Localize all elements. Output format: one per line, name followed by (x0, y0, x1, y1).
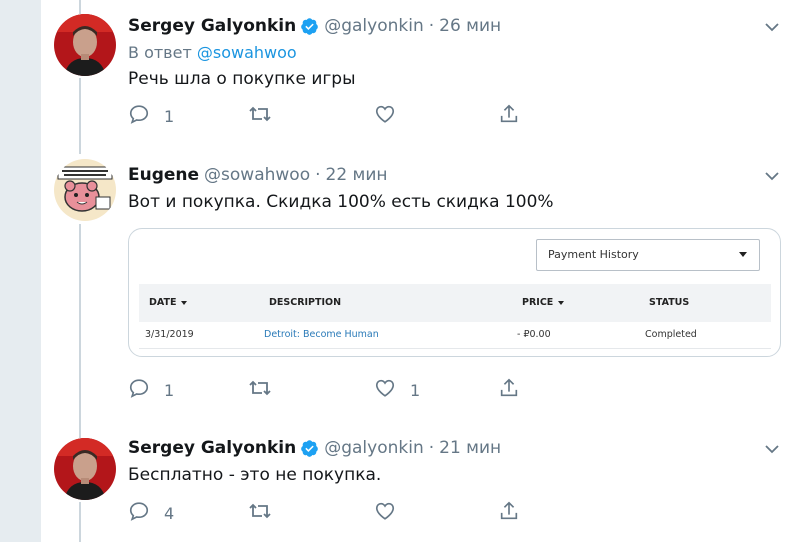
display-name[interactable]: Eugene (128, 165, 199, 185)
separator-dot: · (428, 438, 435, 458)
chevron-down-icon[interactable] (763, 440, 781, 458)
reply-button[interactable]: 1 (128, 377, 174, 403)
user-handle[interactable]: @sowahwoo (204, 165, 310, 185)
column-header-price: PRICE (522, 284, 565, 322)
reply-icon (128, 103, 150, 129)
tweet-text: Речь шла о покупке игры (128, 69, 356, 89)
tweet-header: Sergey Galyonkin @galyonkin · 26 мин (128, 14, 781, 38)
retweet-icon (248, 377, 272, 403)
verified-badge-icon (300, 439, 319, 458)
tweet[interactable]: Sergey Galyonkin @galyonkin · 21 мин Бес… (41, 414, 801, 542)
reply-count: 1 (164, 106, 175, 126)
reply-icon (128, 500, 150, 526)
tweet-content: Sergey Galyonkin @galyonkin · 26 мин В о… (128, 14, 781, 91)
tweet-actions: 4 (128, 500, 548, 526)
reply-icon (128, 377, 150, 403)
retweet-button[interactable] (248, 103, 286, 129)
dropdown-arrow-icon (739, 252, 747, 257)
column-header-status: STATUS (649, 297, 690, 308)
chevron-down-icon[interactable] (763, 18, 781, 36)
share-icon (498, 500, 520, 526)
share-icon (498, 377, 520, 403)
like-button[interactable] (374, 103, 410, 129)
heart-icon (374, 500, 396, 526)
verified-badge-icon (300, 17, 319, 36)
thread-line (79, 414, 81, 438)
reply-prefix: В ответ (128, 43, 192, 62)
thread-line (79, 140, 81, 154)
payment-history-select: Payment History (536, 239, 760, 271)
share-icon (498, 103, 520, 129)
reply-button[interactable]: 1 (128, 103, 174, 129)
tweet-header: Sergey Galyonkin @galyonkin · 21 мин (128, 436, 781, 460)
table-header: DATE DESCRIPTION PRICE STATUS (139, 284, 771, 322)
share-button[interactable] (498, 377, 520, 403)
timeline: Sergey Galyonkin @galyonkin · 26 мин В о… (41, 0, 801, 542)
retweet-icon (248, 103, 272, 129)
cell-description: Detroit: Become Human (264, 329, 379, 340)
cell-price: - ₽0.00 (517, 329, 551, 340)
thread-line (79, 224, 81, 414)
tweet-actions: 1 (128, 103, 548, 129)
cell-date: 3/31/2019 (145, 329, 194, 340)
retweet-button[interactable] (248, 377, 286, 403)
tweet[interactable]: Eugene @sowahwoo · 22 мин Вот и покупка.… (41, 140, 801, 414)
tweet-content: Sergey Galyonkin @galyonkin · 21 мин Бес… (128, 436, 781, 487)
display-name[interactable]: Sergey Galyonkin (128, 438, 296, 458)
separator-dot: · (315, 165, 321, 185)
thread-line (79, 78, 81, 140)
column-header-description: DESCRIPTION (269, 297, 342, 308)
tweet-text: Бесплатно - это не покупка. (128, 465, 382, 485)
sort-arrow-icon (181, 300, 188, 305)
like-button[interactable]: 1 (374, 377, 420, 403)
select-value: Payment History (548, 248, 639, 261)
reply-to-link[interactable]: @sowahwoo (197, 43, 297, 62)
cell-status: Completed (645, 329, 697, 340)
chevron-down-icon[interactable] (763, 167, 781, 185)
table-row: 3/31/2019 Detroit: Become Human - ₽0.00 … (139, 322, 771, 349)
display-name[interactable]: Sergey Galyonkin (128, 16, 296, 36)
tweet[interactable]: Sergey Galyonkin @galyonkin · 26 мин В о… (41, 0, 801, 140)
thread-line (79, 502, 81, 542)
sort-arrow-icon (558, 300, 565, 305)
user-handle[interactable]: @galyonkin (324, 16, 424, 36)
timestamp[interactable]: 21 мин (439, 438, 501, 458)
reply-count: 4 (164, 503, 175, 523)
retweet-button[interactable] (248, 500, 286, 526)
user-handle[interactable]: @galyonkin (324, 438, 424, 458)
tweet-actions: 1 1 (128, 377, 548, 403)
tweet-content: Eugene @sowahwoo · 22 мин Вот и покупка.… (128, 163, 781, 214)
tweet-header: Eugene @sowahwoo · 22 мин (128, 163, 781, 187)
avatar[interactable] (54, 14, 116, 76)
attached-image[interactable]: Payment History DATE DESCRIPTION PRICE S… (128, 228, 781, 357)
column-header-date: DATE (149, 284, 188, 322)
timestamp[interactable]: 26 мин (439, 16, 501, 36)
share-button[interactable] (498, 500, 520, 526)
tweet-text: Вот и покупка. Скидка 100% есть скидка 1… (128, 192, 554, 212)
avatar[interactable] (54, 438, 116, 500)
reply-context: В ответ @sowahwoo (128, 42, 781, 64)
like-count: 1 (410, 380, 421, 400)
separator-dot: · (428, 16, 435, 36)
heart-icon (374, 377, 396, 403)
reply-button[interactable]: 4 (128, 500, 174, 526)
thread-line (79, 0, 81, 14)
reply-count: 1 (164, 380, 175, 400)
retweet-icon (248, 500, 272, 526)
avatar[interactable] (54, 159, 116, 221)
timestamp[interactable]: 22 мин (326, 165, 388, 185)
share-button[interactable] (498, 103, 520, 129)
like-button[interactable] (374, 500, 410, 526)
heart-icon (374, 103, 396, 129)
